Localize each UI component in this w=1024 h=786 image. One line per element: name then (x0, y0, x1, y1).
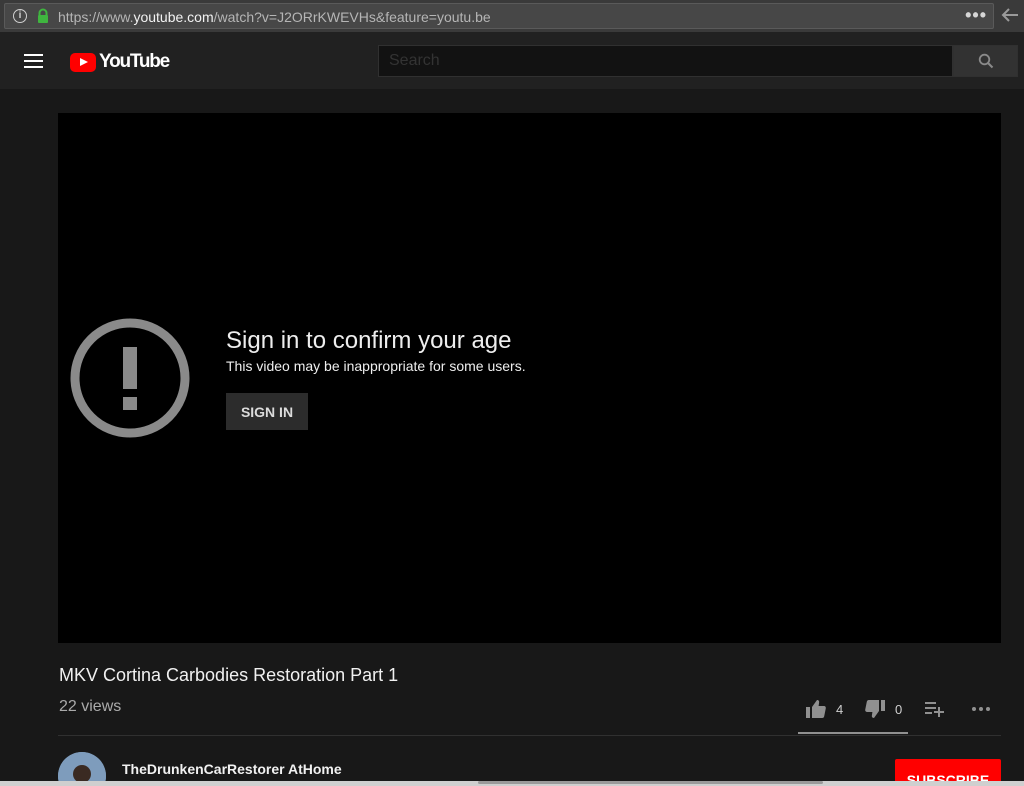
back-icon[interactable] (1000, 6, 1020, 24)
thumb-up-icon (806, 700, 826, 718)
video-title: MKV Cortina Carbodies Restoration Part 1 (59, 665, 399, 685)
add-to-playlist-button[interactable] (925, 693, 945, 725)
search-button[interactable] (953, 45, 1018, 77)
dislike-count: 0 (895, 701, 903, 717)
url-host: youtube.com (133, 9, 214, 25)
address-bar[interactable]: i https://www.youtube.com/watch?v=J2ORrK… (4, 3, 994, 29)
url-text[interactable]: https://www.youtube.com/watch?v=J2ORrKWE… (58, 9, 491, 25)
alert-icon (70, 318, 190, 438)
play-logo-icon (70, 52, 96, 72)
url-path: /watch?v=J2ORrKWEVHs&feature=youtu.be (213, 9, 491, 25)
view-count: 22 views (59, 698, 122, 715)
info-icon[interactable]: i (13, 9, 27, 23)
channel-name[interactable]: TheDrunkenCarRestorer AtHome (122, 761, 342, 777)
more-actions-icon (972, 707, 990, 711)
search-icon (978, 53, 993, 69)
search-input[interactable] (378, 45, 953, 77)
age-gate-subtitle: This video may be inappropriate for some… (226, 358, 526, 374)
dislike-button[interactable]: 0 (865, 693, 902, 725)
menu-icon[interactable] (24, 53, 44, 69)
youtube-logo[interactable]: YouTube (70, 51, 170, 73)
browser-toolbar: i https://www.youtube.com/watch?v=J2ORrK… (0, 0, 1024, 32)
like-count: 4 (836, 701, 844, 717)
logo-text: YouTube (99, 51, 170, 72)
video-actions: 4 0 (798, 693, 1003, 733)
url-scheme: https://www. (58, 9, 134, 25)
masthead: YouTube (0, 32, 1024, 89)
video-player: Sign in to confirm your age This video m… (58, 113, 1001, 643)
more-actions-button[interactable] (971, 693, 991, 725)
info-divider (58, 735, 1001, 736)
thumb-down-icon (865, 700, 885, 718)
window-bottom-edge (0, 781, 1024, 786)
age-gate-title: Sign in to confirm your age (226, 327, 512, 354)
scroll-indicator (478, 781, 823, 784)
like-button[interactable]: 4 (806, 693, 843, 725)
lock-icon (38, 8, 48, 23)
more-icon[interactable]: ••• (965, 5, 987, 26)
add-to-playlist-icon (925, 702, 944, 717)
sentiment-bar (798, 732, 908, 734)
sign-in-button[interactable]: SIGN IN (226, 393, 308, 430)
